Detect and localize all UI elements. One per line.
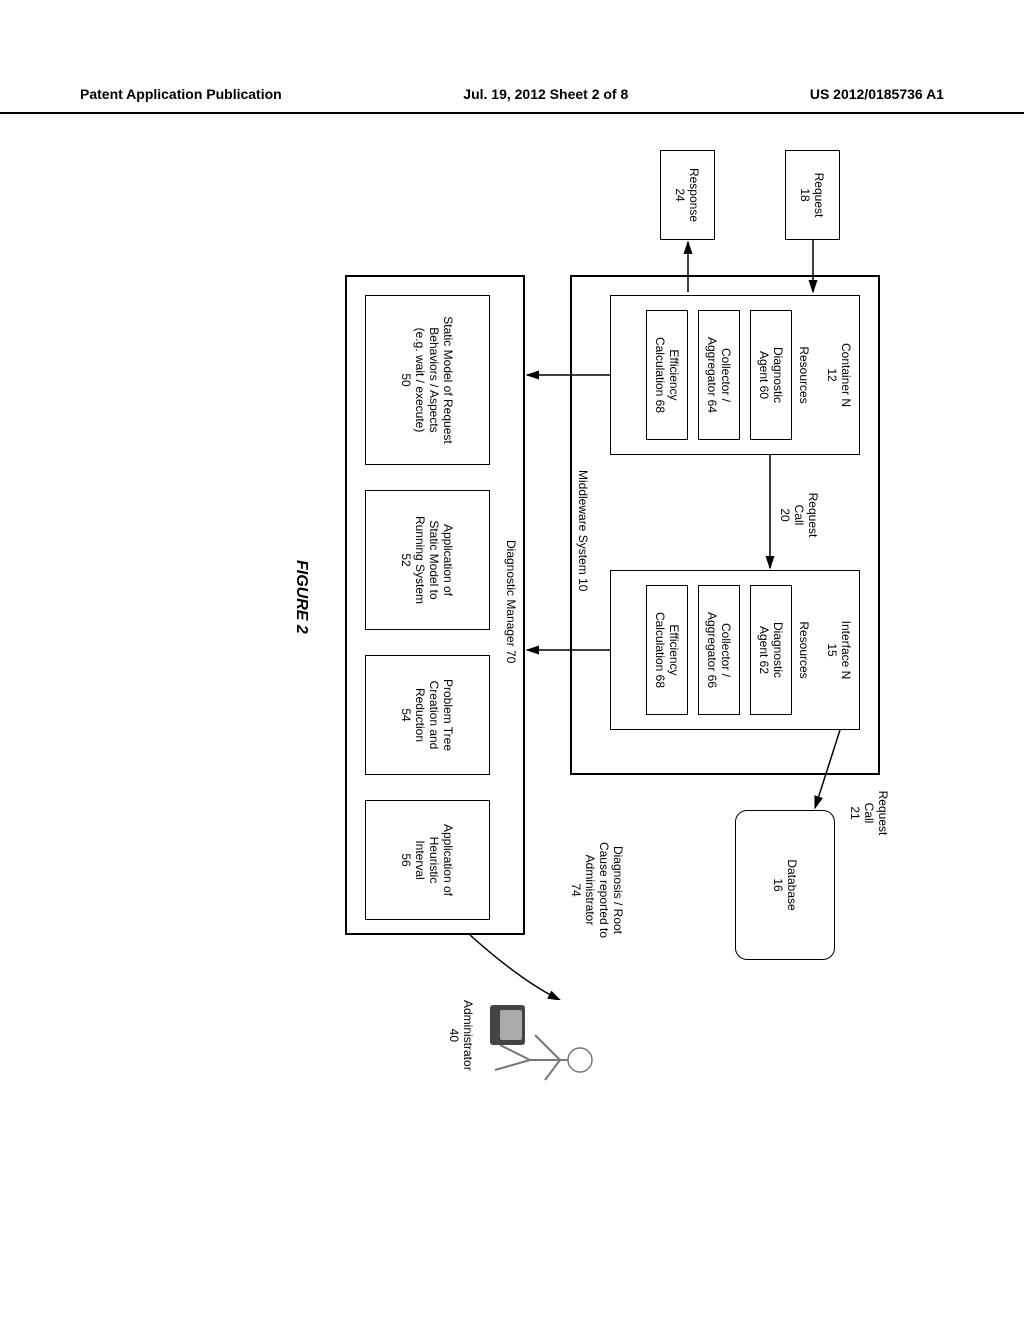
container-resources-label: Resources — [797, 346, 811, 403]
rc20-l3: 20 — [778, 480, 792, 550]
hr-l4: 56 — [400, 853, 414, 866]
sm-l2: Behaviors / Aspects — [428, 327, 442, 432]
as-l2: Static Model to — [428, 520, 442, 599]
header-left: Patent Application Publication — [80, 86, 282, 102]
sm-l3: (e.g. wait / execute) — [414, 328, 428, 433]
response-label: Response — [688, 168, 702, 222]
hr-l2: Heuristic — [428, 837, 442, 884]
problem-tree-box: Problem Tree Creation and Reduction 54 — [365, 655, 490, 775]
interface-collector-l1: Collector / — [719, 623, 733, 677]
diag-l4: 74 — [569, 820, 583, 960]
response-num: 24 — [674, 188, 688, 201]
request-label: Request — [813, 173, 827, 218]
interface-efficiency-l1: Efficiency — [667, 624, 681, 675]
container-collector-l2: Aggregator 64 — [705, 337, 719, 413]
interface-title: Interface N — [839, 621, 853, 680]
diagnosis-text: Diagnosis / Root Cause reported to Admin… — [569, 820, 625, 960]
interface-num: 15 — [825, 643, 839, 656]
pt-l1: Problem Tree — [442, 679, 456, 751]
as-l3: Running System — [414, 516, 428, 604]
hr-l1: Application of — [442, 824, 456, 896]
diagnostic-manager-label: Diagnostic Manager 70 — [504, 540, 518, 663]
database-box: Database 16 — [735, 810, 835, 960]
interface-diagnostic-agent: Diagnostic Agent 62 — [750, 585, 792, 715]
rc21-l1: Request — [876, 778, 890, 848]
pt-l3: Reduction — [414, 688, 428, 742]
container-agent-l1: Diagnostic — [771, 347, 785, 403]
as-l1: Application of — [442, 524, 456, 596]
rc21-l2: Call — [862, 778, 876, 848]
interface-efficiency-l2: Calculation 68 — [653, 612, 667, 688]
container-efficiency-l2: Calculation 68 — [653, 337, 667, 413]
request-call-20: Request Call 20 — [778, 480, 820, 550]
container-diagnostic-agent: Diagnostic Agent 60 — [750, 310, 792, 440]
request-box: Request 18 — [785, 150, 840, 240]
container-num: 12 — [825, 368, 839, 381]
administrator-label: Administrator 40 — [447, 1000, 475, 1071]
container-efficiency-l1: Efficiency — [667, 349, 681, 400]
figure-label: FIGURE 2 — [292, 560, 310, 634]
heuristic-box: Application of Heuristic Interval 56 — [365, 800, 490, 920]
interface-collector-l2: Aggregator 66 — [705, 612, 719, 688]
patent-diagram: Request 18 Response 24 Middleware System… — [0, 200, 900, 1000]
header-center: Jul. 19, 2012 Sheet 2 of 8 — [463, 86, 628, 102]
diag-l1: Diagnosis / Root — [611, 820, 625, 960]
static-model-box: Static Model of Request Behaviors / Aspe… — [365, 295, 490, 465]
rc21-l3: 21 — [848, 778, 862, 848]
request-call-21: Request Call 21 — [848, 778, 890, 848]
sm-l4: 50 — [400, 373, 414, 386]
interface-resources-label: Resources — [797, 621, 811, 678]
container-title: Container N — [839, 343, 853, 407]
request-num: 18 — [799, 188, 813, 201]
interface-agent-l2: Agent 62 — [757, 626, 771, 674]
pt-l4: 54 — [400, 708, 414, 721]
container-efficiency: Efficiency Calculation 68 — [646, 310, 688, 440]
container-agent-l2: Agent 60 — [757, 351, 771, 399]
header-right: US 2012/0185736 A1 — [810, 86, 944, 102]
sm-l1: Static Model of Request — [442, 316, 456, 443]
database-l1: Database — [785, 859, 799, 910]
pt-l2: Creation and — [428, 681, 442, 750]
container-collector: Collector / Aggregator 64 — [698, 310, 740, 440]
interface-agent-l1: Diagnostic — [771, 622, 785, 678]
diag-l2: Cause reported to — [597, 820, 611, 960]
administrator-icon — [477, 990, 600, 1110]
database-l2: 16 — [771, 878, 785, 891]
container-collector-l1: Collector / — [719, 348, 733, 402]
interface-collector: Collector / Aggregator 66 — [698, 585, 740, 715]
rc20-l1: Request — [806, 480, 820, 550]
interface-efficiency: Efficiency Calculation 68 — [646, 585, 688, 715]
response-box: Response 24 — [660, 150, 715, 240]
application-static-box: Application of Static Model to Running S… — [365, 490, 490, 630]
hr-l3: Interval — [414, 840, 428, 879]
diag-l3: Administrator — [583, 820, 597, 960]
rc20-l2: Call — [792, 480, 806, 550]
as-l4: 52 — [400, 553, 414, 566]
middleware-label: Middleware System 10 — [576, 470, 590, 591]
